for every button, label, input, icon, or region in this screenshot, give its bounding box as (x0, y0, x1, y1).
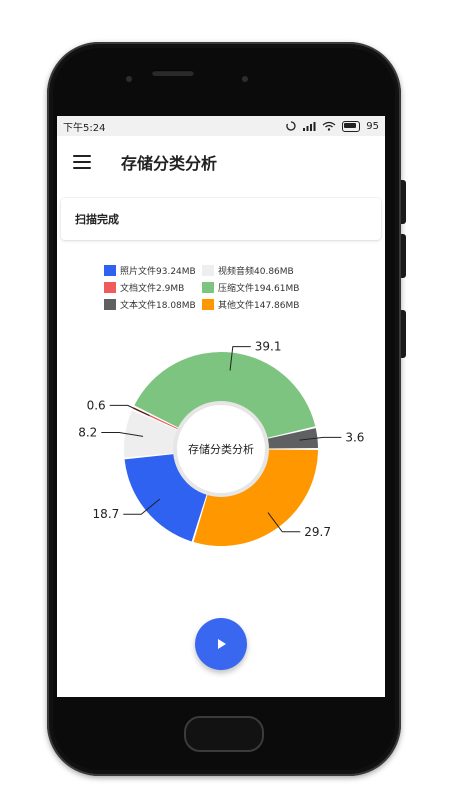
slice-value-label: 0.6 (87, 398, 106, 412)
proximity-sensor (242, 76, 248, 82)
slice-value-label: 8.2 (78, 426, 97, 440)
earpiece (152, 70, 194, 76)
power-button (401, 310, 406, 358)
donut-center-label: 存储分类分析 (188, 442, 254, 456)
slice-value-label: 29.7 (304, 525, 331, 539)
slice-value-label: 18.7 (93, 507, 120, 521)
storage-donut-chart: 29.7 18.7 8.2 0.6 39.1 3.6 存储分类分析 (78, 340, 364, 546)
home-button[interactable] (184, 716, 264, 752)
play-icon (218, 639, 226, 649)
volume-up-button (401, 180, 406, 224)
slice-value-label: 3.6 (345, 430, 364, 444)
volume-down-button (401, 234, 406, 278)
phone-screen: 下午5:24 95 存储分类分析 扫描完成 照片文件93.24MB 视频音频40… (57, 116, 385, 697)
slice-value-label: 39.1 (255, 340, 282, 354)
front-camera (126, 76, 132, 82)
play-button[interactable] (195, 618, 247, 670)
